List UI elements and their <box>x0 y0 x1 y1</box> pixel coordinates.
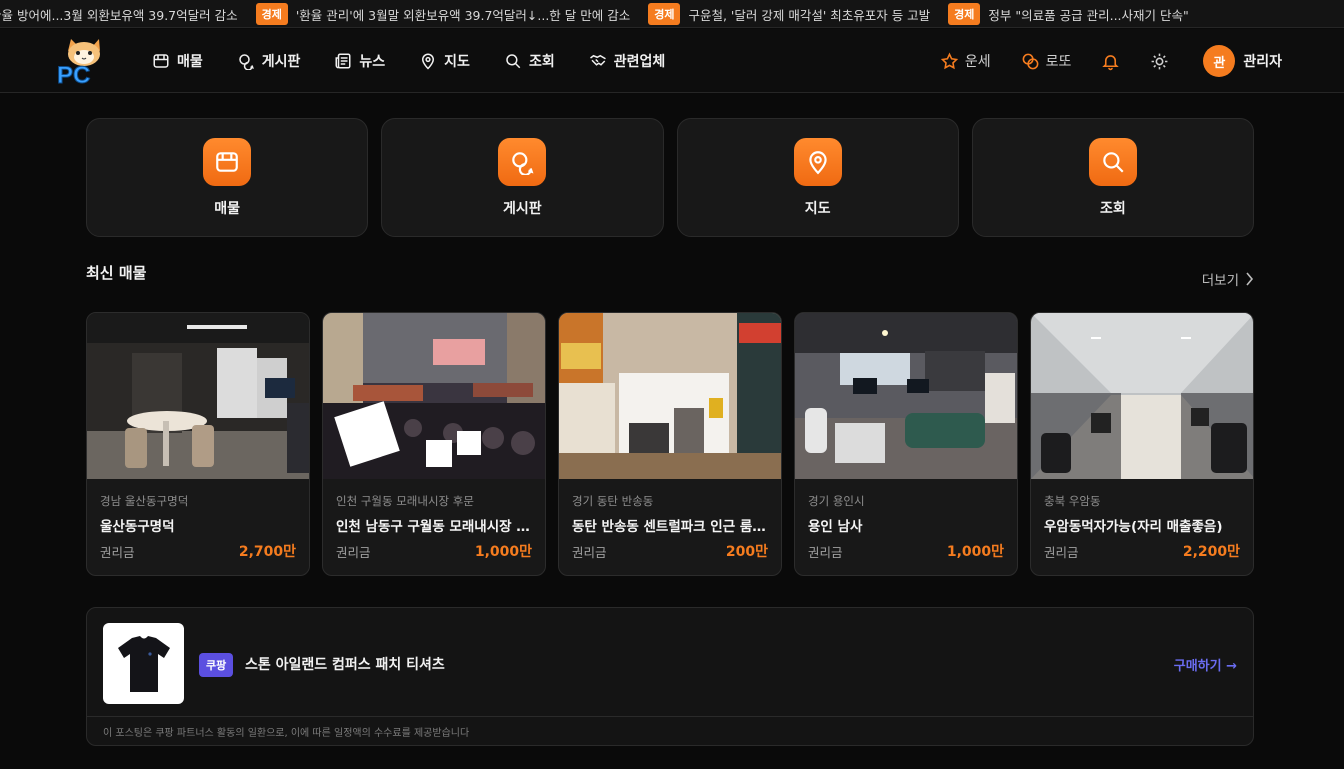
listing-card[interactable]: 경남 울산동구명덕 울산동구명덕 권리금 2,700만 <box>86 312 310 576</box>
listing-photo <box>87 313 309 479</box>
listing-region: 충북 우암동 <box>1044 494 1101 508</box>
top-navbar: PC 매물 게시판 뉴스 지도 조회 관련업체 운세 로또 관 관리자 <box>0 29 1344 93</box>
chat-icon <box>512 151 534 175</box>
newspaper-icon <box>335 53 351 69</box>
listing-photo <box>1031 313 1253 479</box>
category-badge: 경제 <box>648 3 681 25</box>
listing-grid: 경남 울산동구명덕 울산동구명덕 권리금 2,700만 인천 구월동 모래내시장… <box>86 312 1254 576</box>
listing-photo <box>795 313 1017 479</box>
category-badge: 경제 <box>255 3 288 25</box>
nav-right: 운세 로또 관 관리자 <box>940 29 1282 93</box>
tshirt-icon <box>117 635 170 692</box>
nav-item-search[interactable]: 조회 <box>504 51 555 71</box>
handshake-icon <box>589 54 606 66</box>
main-menu: 매물 게시판 뉴스 지도 조회 관련업체 <box>152 29 665 93</box>
listing-price: 2,200만 <box>1182 544 1240 560</box>
listing-price: 1,000만 <box>474 544 532 560</box>
listing-region: 경기 동탄 반송동 <box>572 494 654 508</box>
listing-card[interactable]: 경기 용인시 용인 남사 권리금 1,000만 <box>794 312 1018 576</box>
cat-logo-icon: PC <box>57 39 100 90</box>
lotto-link[interactable]: 로또 <box>1021 51 1071 71</box>
store-icon <box>216 151 238 172</box>
site-logo[interactable]: PC <box>54 37 110 90</box>
listing-region: 경기 용인시 <box>808 494 865 508</box>
buy-button[interactable]: 구매하기 → <box>1174 655 1237 674</box>
listing-photo <box>559 313 781 479</box>
ticker-item[interactable]: 경제 정부 "의료품 공급 관리...사재기 단속" <box>948 3 1189 25</box>
section-title: 최신 매물 <box>86 264 147 282</box>
listing-card[interactable]: 인천 구월동 모래내시장 후문 인천 남동구 구월동 모래내시장 후문 권리금 … <box>322 312 546 576</box>
star-icon <box>940 52 958 69</box>
theme-toggle[interactable] <box>1150 52 1169 71</box>
search-icon <box>1103 151 1124 173</box>
user-name: 관리자 <box>1243 54 1282 70</box>
nav-item-map[interactable]: 지도 <box>419 51 470 71</box>
more-link[interactable]: 더보기 <box>1202 269 1254 289</box>
search-icon <box>506 54 521 69</box>
listing-card[interactable]: 경기 동탄 반송동 동탄 반송동 센트럴파크 인근 룸카페 권리금 200만 <box>558 312 782 576</box>
news-ticker: 환율 방어에...3월 외환보유액 39.7억달러 감소 경제 '환율 관리'에… <box>0 0 1344 28</box>
map-pin-icon <box>808 150 827 174</box>
quick-menu: 매물 게시판 지도 조회 <box>86 118 1254 237</box>
store-icon <box>153 54 169 68</box>
listing-title: 용인 남사 <box>808 519 863 535</box>
bell-icon <box>1102 54 1120 70</box>
avatar: 관 <box>1203 45 1236 77</box>
nav-item-listings[interactable]: 매물 <box>152 51 203 71</box>
map-pin-icon <box>422 53 435 70</box>
quick-card-board[interactable]: 게시판 <box>381 118 664 237</box>
nav-item-partners[interactable]: 관련업체 <box>589 51 665 71</box>
listing-price: 1,000만 <box>946 544 1004 560</box>
user-menu[interactable]: 관 관리자 <box>1203 45 1282 77</box>
listing-region: 경남 울산동구명덕 <box>100 494 189 508</box>
quick-card-map[interactable]: 지도 <box>676 118 959 237</box>
svg-text:PC: PC <box>57 62 90 85</box>
chat-icon <box>239 54 254 70</box>
nav-item-news[interactable]: 뉴스 <box>334 51 385 71</box>
listing-region: 인천 구월동 모래내시장 후문 <box>336 494 474 508</box>
category-badge: 경제 <box>948 3 981 25</box>
lotto-ball-icon <box>1022 53 1039 69</box>
coupang-badge: 쿠팡 <box>199 653 234 677</box>
listing-title: 울산동구명덕 <box>100 519 175 535</box>
listing-price: 200만 <box>725 544 768 560</box>
quick-card-search[interactable]: 조회 <box>971 118 1254 237</box>
notification-button[interactable] <box>1101 52 1120 71</box>
chevron-right-icon <box>1246 272 1254 286</box>
listing-title: 동탄 반송동 센트럴파크 인근 룸카페 <box>572 519 768 535</box>
sun-icon <box>1151 53 1168 69</box>
listing-photo <box>323 313 545 479</box>
listing-title: 인천 남동구 구월동 모래내시장 후문 <box>336 519 532 535</box>
listing-price: 2,700만 <box>238 544 296 560</box>
ad-title: 스톤 아일랜드 컴퍼스 패치 티셔츠 <box>245 657 445 673</box>
ticker-item[interactable]: 경제 구윤철, '달러 강제 매각설' 최초유포자 등 고발 <box>648 3 930 25</box>
ad-disclaimer: 이 포스팅은 쿠팡 파트너스 활동의 일환으로, 이에 따른 일정액의 수수료를… <box>87 716 1253 745</box>
ad-product-image <box>103 623 184 704</box>
ticker-item[interactable]: 경제 '환율 관리'에 3월말 외환보유액 39.7억달러↓...한 달 만에 … <box>255 3 630 25</box>
quick-card-listings[interactable]: 매물 <box>86 118 369 237</box>
listing-card[interactable]: 충북 우암동 우암동먹자가능(자리 매출좋음) 권리금 2,200만 <box>1030 312 1254 576</box>
fortune-link[interactable]: 운세 <box>940 51 991 71</box>
listing-title: 우암동먹자가능(자리 매출좋음) <box>1044 519 1223 535</box>
ad-banner[interactable]: 쿠팡 스톤 아일랜드 컴퍼스 패치 티셔츠 구매하기 → 이 포스팅은 쿠팡 파… <box>86 607 1254 746</box>
ticker-item[interactable]: 환율 방어에...3월 외환보유액 39.7억달러 감소 <box>0 5 238 24</box>
nav-item-board[interactable]: 게시판 <box>237 51 300 71</box>
